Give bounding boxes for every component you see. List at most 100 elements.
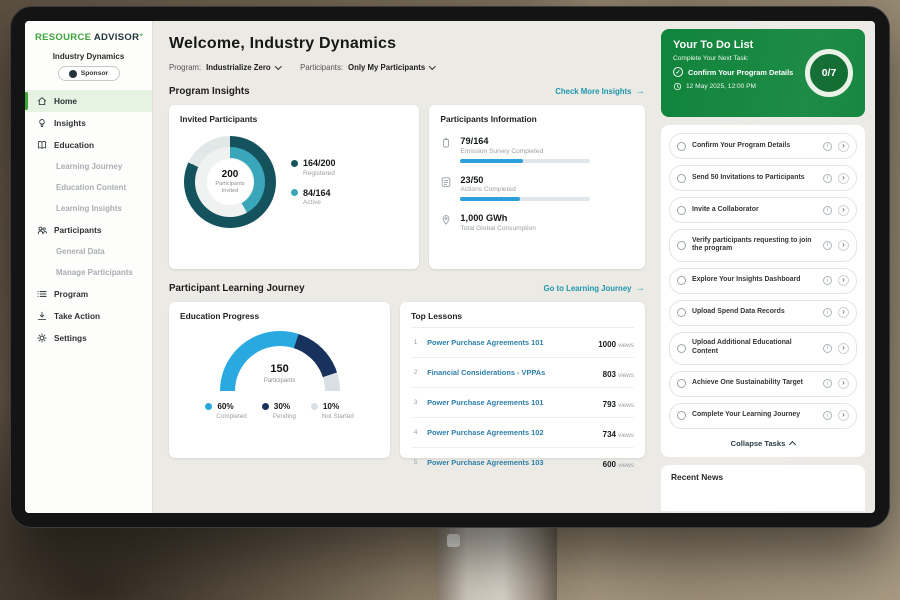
- task-checkbox[interactable]: [677, 206, 686, 215]
- sidebar-item-insights[interactable]: Insights: [25, 112, 152, 134]
- task-checkbox[interactable]: [677, 344, 686, 353]
- legend-completed: 60% Completed: [205, 402, 246, 420]
- chevron-right-icon[interactable]: ›: [838, 378, 849, 389]
- program-select[interactable]: Program: Industrialize Zero: [169, 63, 280, 72]
- sidebar-item-education[interactable]: Education: [25, 134, 152, 156]
- progress-bar: [460, 159, 590, 163]
- task-label: Upload Additional Educational Content: [692, 339, 817, 357]
- legend-label: Completed: [216, 413, 246, 420]
- go-to-learning-journey-link[interactable]: Go to Learning Journey →: [544, 283, 645, 294]
- info-icon[interactable]: i: [823, 379, 832, 388]
- lesson-link[interactable]: Financial Considerations - VPPAs: [427, 368, 596, 377]
- task-item[interactable]: Upload Additional Educational Content i …: [669, 332, 857, 365]
- info-row-emission: 79/164 Emission Survey Completed: [440, 136, 634, 163]
- program-label: Program:: [169, 63, 201, 72]
- task-item[interactable]: Complete Your Learning Journey i ›: [669, 403, 857, 429]
- info-icon[interactable]: i: [823, 206, 832, 215]
- info-label: Actions Completed: [460, 186, 590, 193]
- task-checkbox[interactable]: [677, 379, 686, 388]
- task-item[interactable]: Invite a Collaborator i ›: [669, 197, 857, 223]
- task-checkbox[interactable]: [677, 411, 686, 420]
- info-label: Total Global Consumption: [460, 225, 536, 232]
- chevron-right-icon[interactable]: ›: [838, 240, 849, 251]
- legend-dot-completed: [205, 403, 212, 410]
- legend-value: 10%: [323, 402, 339, 411]
- task-item[interactable]: Upload Spend Data Records i ›: [669, 300, 857, 326]
- lesson-link[interactable]: Power Purchase Agreements 101: [427, 338, 591, 347]
- legend-registered: 164/200 Registered: [291, 158, 336, 177]
- chevron-right-icon[interactable]: ›: [838, 173, 849, 184]
- task-checkbox[interactable]: [677, 241, 686, 250]
- info-icon[interactable]: i: [823, 241, 832, 250]
- program-insights-title: Program Insights: [169, 86, 250, 97]
- sidebar-item-learning-insights[interactable]: Learning Insights: [25, 198, 152, 219]
- lesson-link[interactable]: Power Purchase Agreements 101: [427, 398, 596, 407]
- check-more-insights-link[interactable]: Check More Insights →: [555, 86, 645, 97]
- home-icon: [37, 96, 47, 106]
- info-icon[interactable]: i: [823, 174, 832, 183]
- task-item[interactable]: Confirm Your Program Details i ›: [669, 133, 857, 159]
- dashboard-screen: RESOURCE ADVISOR+ Industry Dynamics Spon…: [25, 21, 875, 513]
- chevron-right-icon[interactable]: ›: [838, 205, 849, 216]
- info-icon[interactable]: i: [823, 142, 832, 151]
- gauge-value: 150: [270, 363, 288, 375]
- participants-select[interactable]: Participants: Only My Participants: [300, 63, 435, 72]
- recent-news-title: Recent News: [671, 472, 855, 482]
- todo-next-task-label: Confirm Your Program Details: [688, 68, 793, 77]
- lesson-row: 4 Power Purchase Agreements 102 734views: [411, 418, 634, 448]
- sponsor-badge[interactable]: Sponsor: [58, 66, 120, 81]
- education-progress-card: Education Progress 150 Participants 60%: [169, 302, 390, 458]
- lesson-rank: 5: [411, 459, 420, 466]
- org-name: Industry Dynamics: [25, 52, 152, 61]
- chevron-down-icon: [275, 63, 281, 69]
- info-icon[interactable]: i: [823, 344, 832, 353]
- info-icon[interactable]: i: [823, 308, 832, 317]
- insights-cards-row: Invited Participants 200 Participants In…: [169, 105, 645, 269]
- info-icon[interactable]: i: [823, 411, 832, 420]
- card-title: Invited Participants: [180, 114, 408, 124]
- lesson-row: 3 Power Purchase Agreements 101 793views: [411, 388, 634, 418]
- task-item[interactable]: Explore Your Insights Dashboard i ›: [669, 268, 857, 294]
- program-value: Industrialize Zero: [206, 63, 271, 72]
- chevron-right-icon[interactable]: ›: [838, 141, 849, 152]
- task-item[interactable]: Send 50 Invitations to Participants i ›: [669, 165, 857, 191]
- lesson-link[interactable]: Power Purchase Agreements 102: [427, 428, 596, 437]
- task-checkbox[interactable]: [677, 142, 686, 151]
- list-icon: [37, 289, 47, 299]
- sidebar-item-home[interactable]: Home: [25, 90, 152, 112]
- chevron-right-icon[interactable]: ›: [838, 307, 849, 318]
- info-icon[interactable]: i: [823, 276, 832, 285]
- todo-progress-value: 0/7: [822, 67, 837, 79]
- chevron-up-icon: [789, 441, 796, 448]
- task-checkbox[interactable]: [677, 276, 686, 285]
- chevron-right-icon[interactable]: ›: [838, 410, 849, 421]
- sidebar-item-education-content[interactable]: Education Content: [25, 177, 152, 198]
- task-checkbox[interactable]: [677, 308, 686, 317]
- legend-label: Pending: [273, 413, 296, 420]
- task-checkbox[interactable]: [677, 174, 686, 183]
- logo-plus: +: [139, 32, 143, 39]
- gauge-label: Participants: [220, 378, 340, 384]
- sidebar-item-take-action[interactable]: Take Action: [25, 305, 152, 327]
- sidebar-item-manage-participants[interactable]: Manage Participants: [25, 262, 152, 283]
- chevron-right-icon[interactable]: ›: [838, 275, 849, 286]
- lesson-link[interactable]: Power Purchase Agreements 103: [427, 458, 596, 467]
- chevron-right-icon[interactable]: ›: [838, 343, 849, 354]
- task-label: Verify participants requesting to join t…: [692, 237, 817, 255]
- recent-news-card: Recent News: [661, 465, 865, 511]
- sidebar-item-label: Learning Insights: [56, 204, 122, 213]
- info-row-actions: 23/50 Actions Completed: [440, 175, 634, 202]
- learning-journey-title: Participant Learning Journey: [169, 283, 305, 294]
- collapse-tasks-button[interactable]: Collapse Tasks: [669, 435, 857, 455]
- info-label: Emission Survey Completed: [460, 148, 590, 155]
- gauge-center: 150 Participants: [220, 359, 340, 384]
- sidebar-item-learning-journey[interactable]: Learning Journey: [25, 156, 152, 177]
- sidebar-item-general-data[interactable]: General Data: [25, 241, 152, 262]
- logo-advisor: ADVISOR: [94, 32, 139, 43]
- task-item[interactable]: Achieve One Sustainability Target i ›: [669, 371, 857, 397]
- task-item[interactable]: Verify participants requesting to join t…: [669, 229, 857, 262]
- program-insights-header: Program Insights Check More Insights →: [169, 86, 645, 97]
- sidebar-item-program[interactable]: Program: [25, 283, 152, 305]
- sidebar-item-settings[interactable]: Settings: [25, 327, 152, 349]
- sidebar-item-participants[interactable]: Participants: [25, 219, 152, 241]
